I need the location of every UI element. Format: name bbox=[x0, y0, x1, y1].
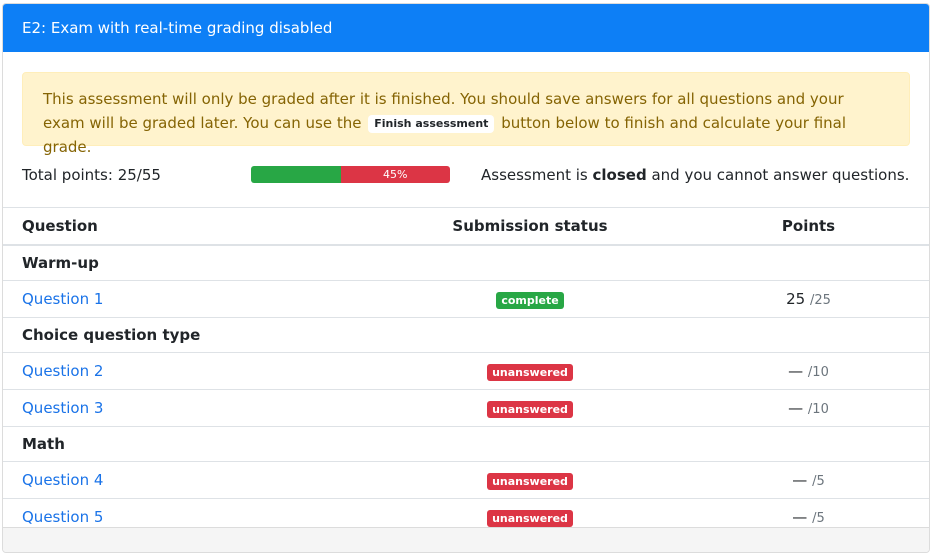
status-suffix: and you cannot answer questions. bbox=[651, 166, 910, 184]
column-header-status: Submission status bbox=[372, 207, 688, 246]
points-max: /5 bbox=[812, 511, 825, 526]
column-header-question: Question bbox=[3, 207, 372, 246]
assessment-title: E2: Exam with real-time grading disabled bbox=[22, 19, 333, 37]
points-max: /5 bbox=[812, 474, 825, 489]
card-footer bbox=[3, 527, 929, 552]
finish-assessment-badge: Finish assessment bbox=[368, 115, 495, 133]
progress-remaining: 45% bbox=[340, 166, 450, 183]
group-row: Choice question type bbox=[3, 317, 929, 353]
table-row: Question 2 unanswered — /10 bbox=[3, 352, 929, 390]
table-row: Question 4 unanswered — /5 bbox=[3, 461, 929, 499]
group-row: Math bbox=[3, 426, 929, 462]
question-5-link[interactable]: Question 5 bbox=[22, 508, 103, 526]
question-4-link[interactable]: Question 4 bbox=[22, 471, 103, 489]
question-2-link[interactable]: Question 2 bbox=[22, 362, 103, 380]
points-value: — bbox=[792, 508, 808, 526]
card-header: E2: Exam with real-time grading disabled bbox=[3, 4, 929, 52]
column-header-points: Points bbox=[688, 207, 929, 246]
question-1-link[interactable]: Question 1 bbox=[22, 290, 103, 308]
status-badge: unanswered bbox=[487, 363, 573, 381]
status-prefix: Assessment is bbox=[481, 166, 588, 184]
points-cell: 25 /25 bbox=[688, 280, 929, 318]
points-max: /10 bbox=[807, 365, 829, 380]
group-name: Math bbox=[3, 426, 929, 462]
status-badge: complete bbox=[496, 291, 564, 309]
total-points: Total points: 25/55 bbox=[22, 166, 161, 184]
points-cell: — /5 bbox=[688, 461, 929, 499]
status-word: closed bbox=[592, 166, 647, 184]
group-name: Choice question type bbox=[3, 317, 929, 353]
group-row: Warm-up bbox=[3, 244, 929, 281]
question-3-link[interactable]: Question 3 bbox=[22, 399, 103, 417]
points-max: /25 bbox=[809, 293, 831, 308]
group-name: Warm-up bbox=[3, 244, 929, 281]
progress-label: 45% bbox=[383, 168, 408, 181]
questions-table: Question Submission status Points Warm-u… bbox=[3, 207, 929, 535]
table-row: Question 3 unanswered — /10 bbox=[3, 389, 929, 427]
points-summary: Total points: 25/55 45% Assessment is cl… bbox=[22, 164, 910, 186]
table-header-row: Question Submission status Points bbox=[3, 207, 929, 246]
points-cell: — /10 bbox=[688, 389, 929, 427]
table-row: Question 1 complete 25 /25 bbox=[3, 280, 929, 318]
grading-alert: This assessment will only be graded afte… bbox=[22, 72, 910, 156]
status-badge: unanswered bbox=[487, 400, 573, 418]
status-badge: unanswered bbox=[487, 472, 573, 490]
points-value: — bbox=[788, 362, 804, 380]
status-badge: unanswered bbox=[487, 509, 573, 527]
assessment-card: E2: Exam with real-time grading disabled… bbox=[2, 3, 930, 553]
points-progress-bar: 45% bbox=[251, 166, 450, 183]
points-value: — bbox=[788, 399, 804, 417]
points-value: 25 bbox=[786, 290, 806, 308]
assessment-status-message: Assessment is closed and you cannot answ… bbox=[481, 166, 909, 184]
points-value: — bbox=[792, 471, 808, 489]
points-cell: — /10 bbox=[688, 352, 929, 390]
progress-fill bbox=[251, 166, 341, 183]
points-max: /10 bbox=[807, 402, 829, 417]
